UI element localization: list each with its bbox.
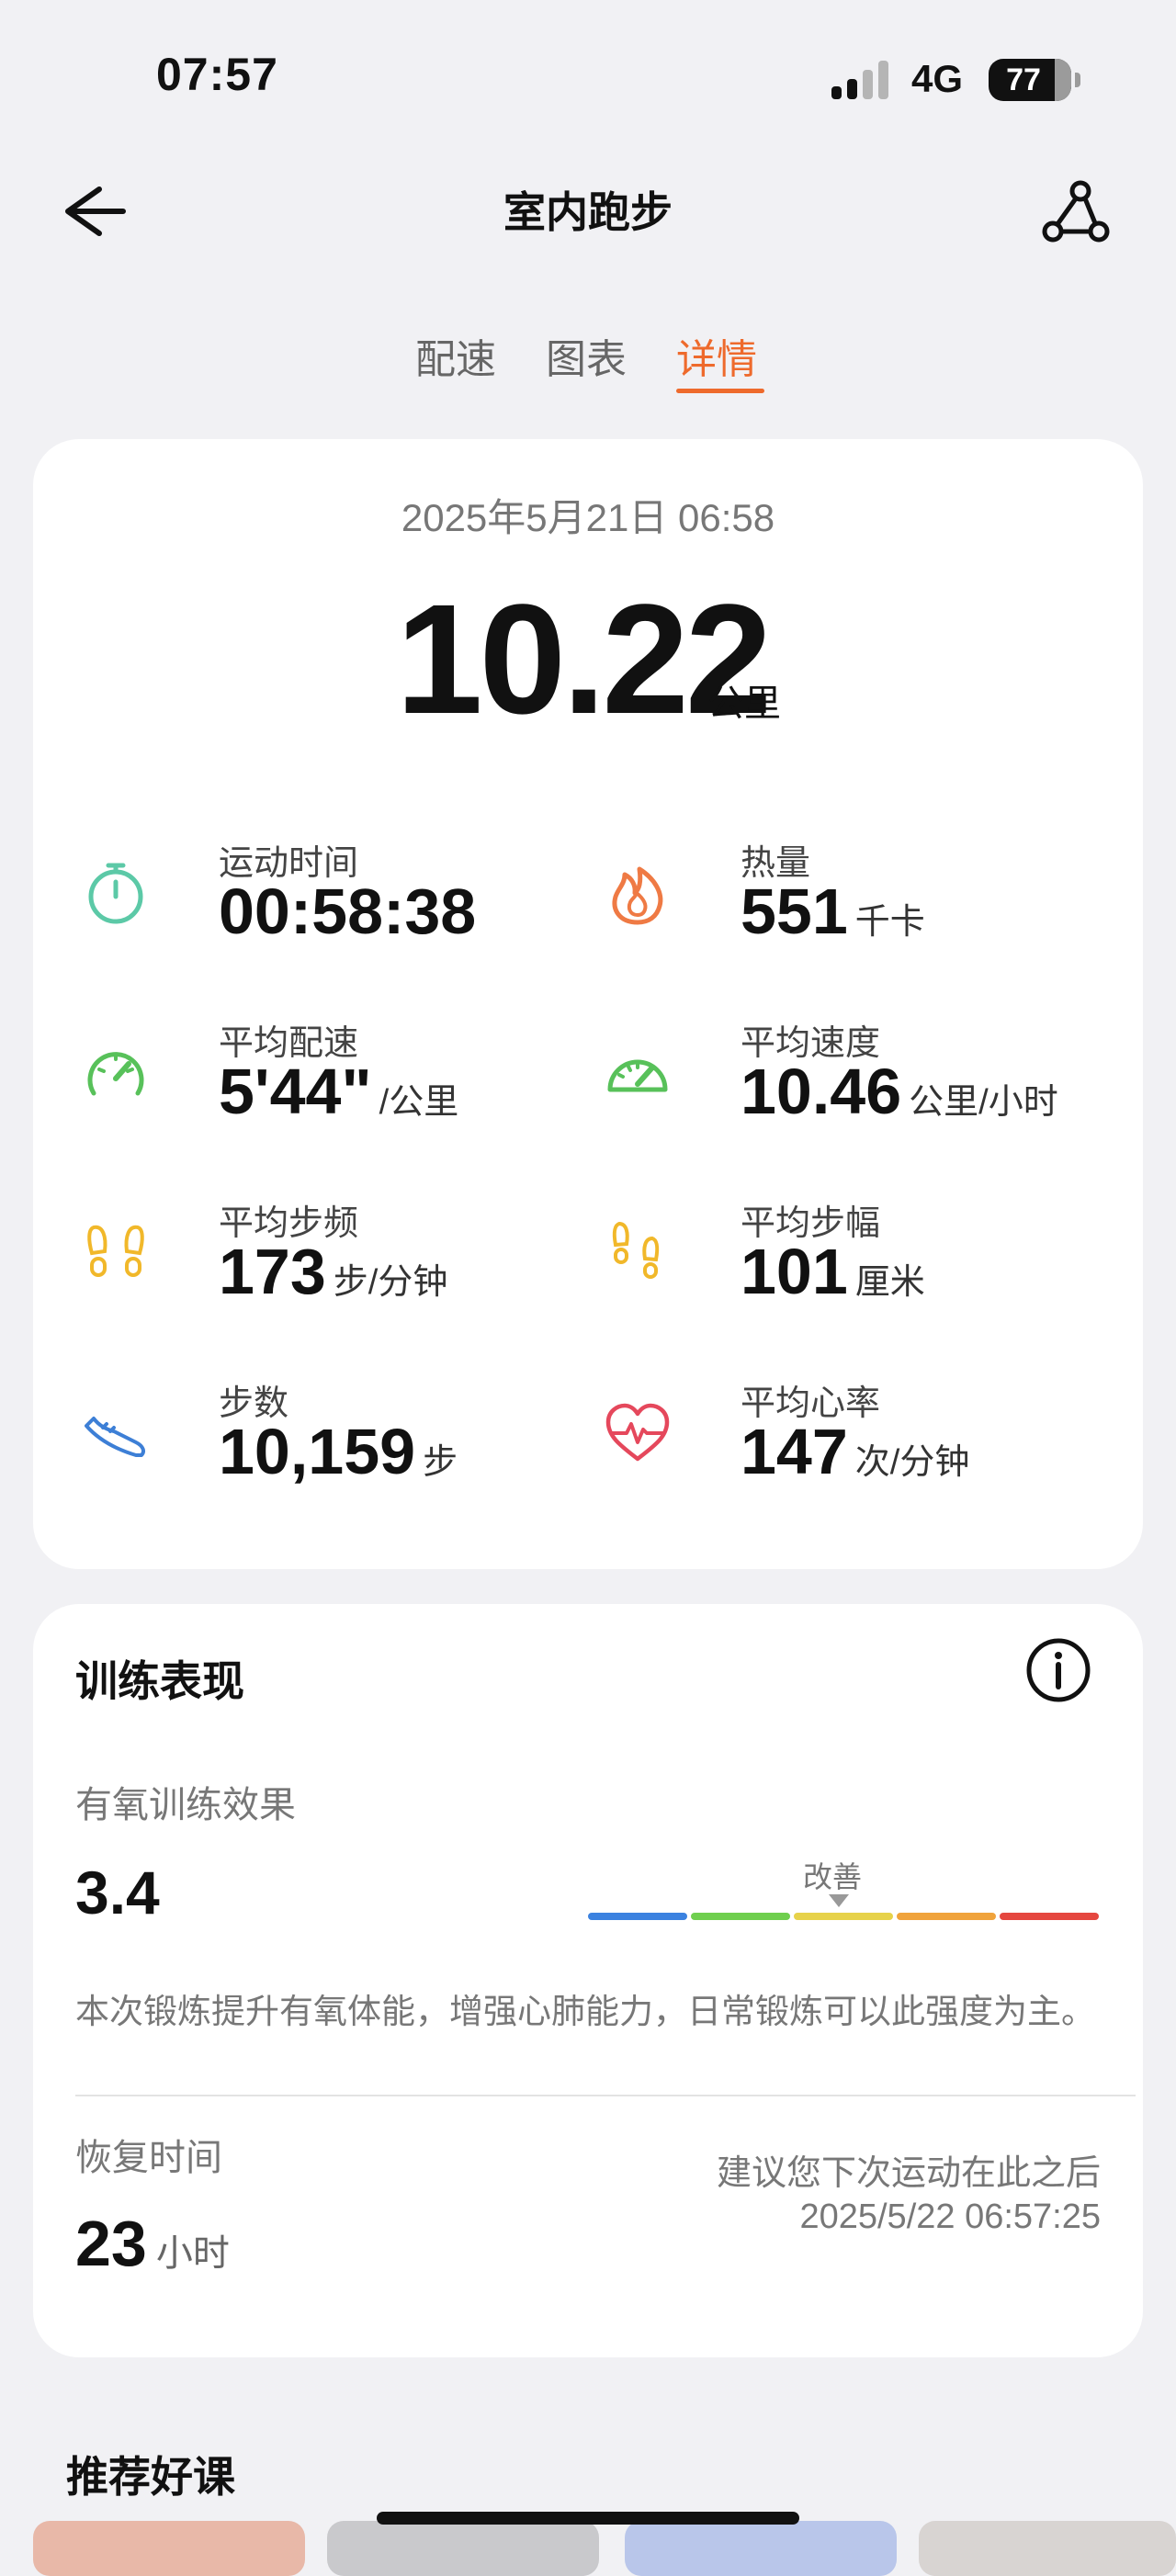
shoe-icon: [85, 1417, 145, 1457]
metric-unit: 步: [423, 1443, 458, 1482]
course-thumbnail[interactable]: [625, 2521, 897, 2576]
speedometer-icon: [607, 1059, 668, 1092]
aerobic-effect-value: 3.4: [75, 1859, 160, 1926]
scale-bar-4: [897, 1913, 996, 1920]
recommend-next-text: 建议您下次运动在此之后: [716, 2154, 1101, 2193]
metric-value: 5'44": [219, 1056, 372, 1127]
timer-icon: [88, 863, 143, 924]
status-time: 07:57: [156, 49, 278, 100]
metric-value: 147: [741, 1416, 848, 1487]
workout-date: 2025年5月21日 06:58: [401, 496, 775, 539]
metric-unit: 千卡: [854, 903, 925, 942]
route-share-icon[interactable]: [1038, 175, 1112, 248]
metric-value: 10.46: [741, 1056, 902, 1127]
metric-unit: /公里: [379, 1083, 459, 1122]
info-icon[interactable]: [1023, 1635, 1093, 1705]
metric-avg-stride: 平均步幅 101 厘米: [603, 1194, 1117, 1332]
training-performance-card: 训练表现 有氧训练效果 3.4 改善 本次锻炼提升有氧体能，增强心肺能力，日常锻…: [33, 1604, 1143, 2357]
status-bar: 07:57 4G 77: [0, 0, 1176, 156]
back-arrow-icon[interactable]: [53, 175, 136, 248]
signal-icon: [831, 61, 896, 99]
metric-avg-speed: 平均速度 10.46 公里/小时: [603, 1014, 1117, 1152]
divider: [75, 2095, 1136, 2096]
metric-avg-cadence: 平均步频 173 步/分钟: [81, 1194, 595, 1332]
metric-value: 173: [219, 1236, 326, 1307]
metric-value: 00:58:38: [219, 876, 477, 947]
metric-steps: 步数 10,159 步: [81, 1374, 595, 1512]
battery-icon: 77: [989, 59, 1080, 101]
section-title: 训练表现: [75, 1657, 244, 1705]
course-thumbnail[interactable]: [919, 2521, 1176, 2576]
metric-avg-pace: 平均配速 5'44"/公里: [81, 1014, 595, 1152]
scale-bar-5: [1000, 1913, 1099, 1920]
course-thumbnail[interactable]: [327, 2521, 599, 2576]
battery-level: 77: [1006, 62, 1041, 97]
metric-unit: 公里/小时: [909, 1083, 1058, 1122]
metric-value: 551: [741, 876, 848, 947]
recommended-courses-title: 推荐好课: [66, 2453, 235, 2501]
tab-bar: 配速 图表 详情: [0, 326, 1176, 400]
recovery-time-label: 恢复时间: [75, 2138, 222, 2178]
heart-rate-icon: [605, 1403, 670, 1462]
metric-duration: 运动时间 00:58:38: [81, 834, 595, 972]
pace-gauge-icon: [87, 1052, 144, 1096]
metric-unit: 次/分钟: [854, 1443, 970, 1482]
scale-bar-2: [691, 1913, 790, 1920]
recovery-time: 23 小时: [75, 2207, 230, 2280]
grade-label: 改善: [803, 1860, 863, 1893]
flame-icon: [612, 866, 663, 925]
tab-details[interactable]: 详情: [676, 326, 757, 385]
recovery-value: 23: [75, 2208, 147, 2279]
tab-pace[interactable]: 配速: [415, 326, 496, 385]
recommend-next-time: 2025/5/22 06:57:25: [799, 2198, 1101, 2236]
training-description: 本次锻炼提升有氧体能，增强心肺能力，日常锻炼可以此强度为主。: [75, 1993, 1095, 2030]
small-footprints-icon: [612, 1221, 660, 1279]
summary-card: 2025年5月21日 06:58 10.22 公里 运动时间 00:58:38 …: [33, 439, 1143, 1569]
active-tab-indicator: [676, 389, 764, 393]
metric-value: 10,159: [219, 1416, 416, 1487]
distance-unit: 公里: [707, 684, 781, 724]
course-thumbnail[interactable]: [33, 2521, 305, 2576]
aerobic-effect-label: 有氧训练效果: [75, 1785, 296, 1825]
metric-unit: 步/分钟: [333, 1263, 448, 1302]
footprints-icon: [87, 1225, 144, 1277]
metric-calories: 热量 551 千卡: [603, 834, 1117, 972]
metric-value: 101: [741, 1236, 848, 1307]
page-title: 室内跑步: [503, 188, 673, 236]
tab-charts[interactable]: 图表: [546, 326, 627, 385]
metric-unit: 厘米: [854, 1263, 925, 1302]
scale-bar-3: [794, 1913, 893, 1920]
scale-bar-1: [588, 1913, 687, 1920]
metric-avg-heart-rate: 平均心率 147 次/分钟: [603, 1374, 1117, 1512]
grade-pointer-icon: [829, 1894, 849, 1907]
network-type: 4G: [911, 57, 964, 100]
recovery-unit: 小时: [155, 2233, 230, 2274]
home-indicator[interactable]: [377, 2512, 799, 2525]
